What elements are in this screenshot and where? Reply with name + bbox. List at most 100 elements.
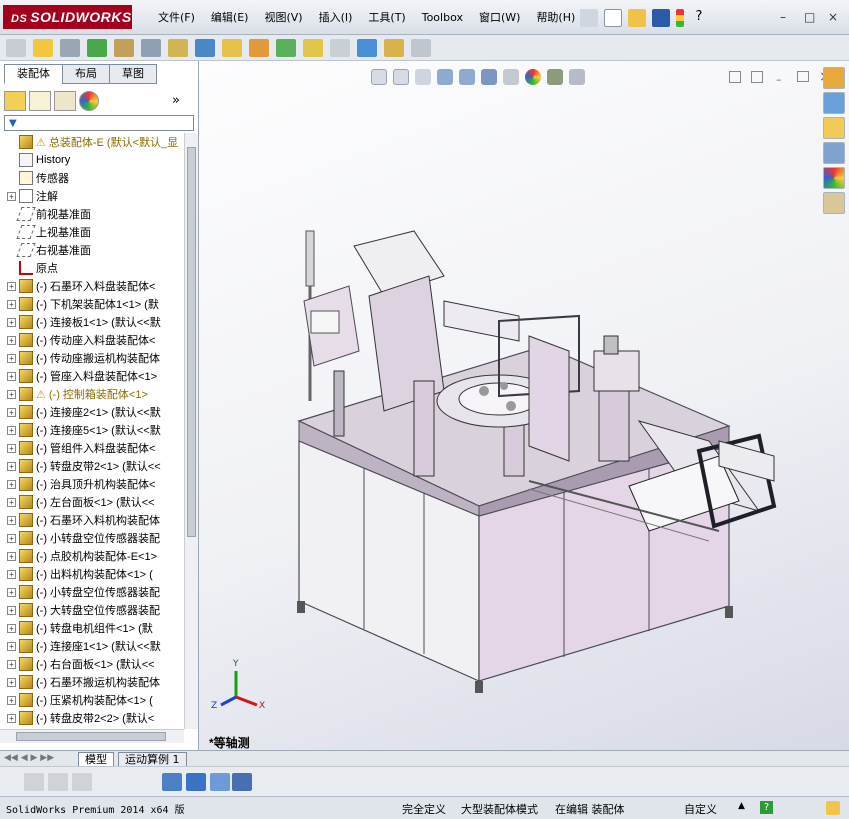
expand-toggle-icon[interactable]: + xyxy=(7,317,16,327)
help-icon[interactable]: ? xyxy=(690,9,708,27)
tab-layout[interactable]: 布局 xyxy=(62,64,110,84)
help-status-icon[interactable]: ? xyxy=(760,801,773,814)
tree-item[interactable]: ⚠ 总装配体-E (默认<默认_显 xyxy=(0,133,183,151)
expand-toggle-icon[interactable]: + xyxy=(7,371,16,381)
configuration-manager-icon[interactable] xyxy=(54,91,76,111)
save-animation-icon[interactable] xyxy=(232,773,252,791)
tree-item[interactable]: + (-) 连接板1<1> (默认<<默 xyxy=(0,313,183,331)
tree-item[interactable]: + (-) 右台面板<1> (默认<< xyxy=(0,655,183,673)
expand-toggle-icon[interactable]: + xyxy=(7,461,16,471)
expand-toggle-icon[interactable]: + xyxy=(7,641,16,651)
move-component-icon[interactable] xyxy=(141,38,161,57)
expand-toggle-icon[interactable]: + xyxy=(7,623,16,633)
filter-input[interactable]: ▼ xyxy=(4,115,194,131)
display-manager-icon[interactable] xyxy=(79,91,99,111)
pin-icon[interactable] xyxy=(580,9,598,27)
expand-toggle-icon[interactable]: + xyxy=(7,677,16,687)
tree-item[interactable]: + (-) 点胶机构装配体-E<1> xyxy=(0,547,183,565)
bill-of-materials-icon[interactable] xyxy=(276,38,296,57)
explode-line-sketch-icon[interactable] xyxy=(330,38,350,57)
graphics-area[interactable]: – × xyxy=(199,61,849,750)
timeline-icon[interactable] xyxy=(162,773,182,791)
units-selector[interactable]: 自定义 xyxy=(684,801,717,817)
new-motion-study-icon[interactable] xyxy=(249,38,269,57)
menu-insert[interactable]: 插入(I) xyxy=(311,9,361,27)
tree-item[interactable]: + (-) 下机架装配体1<1> (默 xyxy=(0,295,183,313)
tree-vertical-scrollbar[interactable] xyxy=(184,133,198,729)
clearance-verification-icon[interactable] xyxy=(384,38,404,57)
solidworks-resources-icon[interactable] xyxy=(823,67,845,89)
insert-component-icon[interactable] xyxy=(6,38,26,57)
menu-help[interactable]: 帮助(H) xyxy=(528,9,583,27)
tab-assembly[interactable]: 装配体 xyxy=(4,64,63,84)
table-view-icon[interactable] xyxy=(210,773,230,791)
tree-item[interactable]: + (-) 转盘皮带2<2> (默认< xyxy=(0,709,183,727)
expand-toggle-icon[interactable]: + xyxy=(7,695,16,705)
menu-view[interactable]: 视图(V) xyxy=(256,9,310,27)
hole-alignment-icon[interactable] xyxy=(411,38,431,57)
expand-toggle-icon[interactable]: + xyxy=(7,587,16,597)
tree-item[interactable]: + ⚠ (-) 控制箱装配体<1> xyxy=(0,385,183,403)
expand-toggle-icon[interactable]: + xyxy=(7,569,16,579)
open-folder-icon[interactable] xyxy=(628,9,646,27)
tag-icon[interactable] xyxy=(826,801,840,815)
expand-toggle-icon[interactable]: + xyxy=(7,389,16,399)
tree-item[interactable]: 上视基准面 xyxy=(0,223,183,241)
close-button[interactable]: × xyxy=(828,10,838,24)
expand-toggle-icon[interactable]: + xyxy=(7,533,16,543)
save-icon[interactable] xyxy=(652,9,670,27)
tree-item[interactable]: + (-) 石墨环入料机构装配体 xyxy=(0,511,183,529)
new-part-icon[interactable] xyxy=(33,38,53,57)
menu-edit[interactable]: 编辑(E) xyxy=(203,9,257,27)
property-manager-icon[interactable] xyxy=(29,91,51,111)
expand-toggle-icon[interactable]: + xyxy=(7,443,16,453)
view-cube-icon[interactable] xyxy=(186,773,206,791)
tab-motion-study[interactable]: 运动算例 1 xyxy=(118,752,187,767)
new-document-icon[interactable] xyxy=(604,9,622,27)
scroll-thumb[interactable] xyxy=(187,147,196,537)
tree-item[interactable]: 右视基准面 xyxy=(0,241,183,259)
appearances-scenes-icon[interactable] xyxy=(823,167,845,189)
expand-toggle-icon[interactable]: + xyxy=(7,515,16,525)
tree-item[interactable]: + 注解 xyxy=(0,187,183,205)
interference-detection-icon[interactable] xyxy=(357,38,377,57)
tree-item[interactable]: + (-) 大转盘空位传感器装配 xyxy=(0,601,183,619)
expand-toggle-icon[interactable]: + xyxy=(7,425,16,435)
tree-horizontal-scrollbar[interactable] xyxy=(0,729,184,743)
linear-pattern-icon[interactable] xyxy=(87,38,107,57)
calculate-icon[interactable] xyxy=(24,773,44,791)
minimize-button[interactable]: – xyxy=(780,10,786,24)
tree-item[interactable]: + (-) 转盘皮带2<1> (默认<< xyxy=(0,457,183,475)
tree-item[interactable]: + (-) 管组件入料盘装配体< xyxy=(0,439,183,457)
tree-item[interactable]: 前视基准面 xyxy=(0,205,183,223)
show-hidden-icon[interactable] xyxy=(168,38,188,57)
tree-item[interactable]: + (-) 石墨环入料盘装配体< xyxy=(0,277,183,295)
solidworks-logo[interactable]: DS SOLIDWORKS xyxy=(3,5,132,29)
expand-toggle-icon[interactable]: + xyxy=(7,479,16,489)
tree-item[interactable]: + (-) 连接座1<1> (默认<<默 xyxy=(0,637,183,655)
smart-fasteners-icon[interactable] xyxy=(114,38,134,57)
reference-geometry-icon[interactable] xyxy=(222,38,242,57)
assembly-model[interactable] xyxy=(199,61,849,750)
tree-item[interactable]: + (-) 管座入料盘装配体<1> xyxy=(0,367,183,385)
tree-item[interactable]: + (-) 小转盘空位传感器装配 xyxy=(0,529,183,547)
tree-item[interactable]: + (-) 传动座入料盘装配体< xyxy=(0,331,183,349)
expand-toggle-icon[interactable]: + xyxy=(7,335,16,345)
design-library-icon[interactable] xyxy=(823,92,845,114)
expand-toggle-icon[interactable]: + xyxy=(7,659,16,669)
traffic-light-icon[interactable] xyxy=(676,9,684,27)
menu-file[interactable]: 文件(F) xyxy=(150,9,203,27)
tree-item[interactable]: + (-) 治具顶升机构装配体< xyxy=(0,475,183,493)
tree-item[interactable]: History xyxy=(0,151,183,169)
menu-toolbox[interactable]: Toolbox xyxy=(414,9,471,27)
expand-toggle-icon[interactable]: + xyxy=(7,713,16,723)
tree-item[interactable]: + (-) 连接座2<1> (默认<<默 xyxy=(0,403,183,421)
tree-item[interactable]: + (-) 传动座搬运机构装配体 xyxy=(0,349,183,367)
expand-icon[interactable]: » xyxy=(172,91,180,113)
units-arrow-icon[interactable]: ▲ xyxy=(738,801,745,811)
tree-item[interactable]: 传感器 xyxy=(0,169,183,187)
mate-icon[interactable] xyxy=(60,38,80,57)
tree-item[interactable]: + (-) 压紧机构装配体<1> ( xyxy=(0,691,183,709)
expand-toggle-icon[interactable]: + xyxy=(7,605,16,615)
custom-properties-icon[interactable] xyxy=(823,192,845,214)
